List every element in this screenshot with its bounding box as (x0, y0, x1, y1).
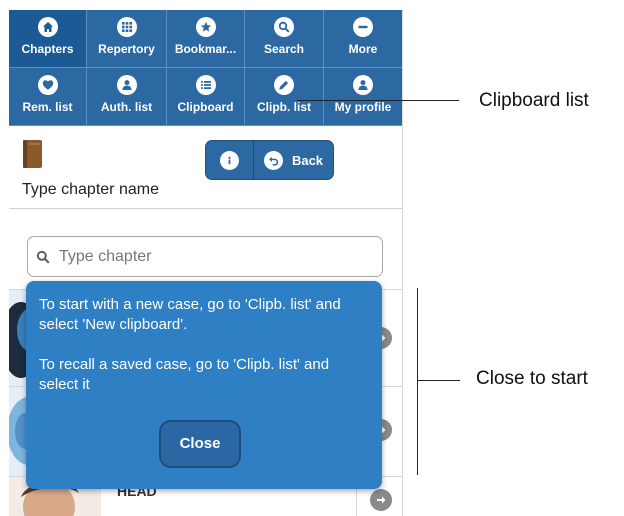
list-icon (195, 75, 216, 95)
callout-label-clipboard-list: Clipboard list (479, 90, 589, 111)
chevron-right-icon[interactable] (370, 489, 392, 511)
nav-item-label: Bookmar... (174, 42, 237, 56)
nav-item-more[interactable]: More (324, 10, 402, 68)
callout-line-clipboard-list (297, 100, 459, 101)
header-button-group: Back (205, 140, 334, 180)
nav-item-repertory[interactable]: Repertory (87, 10, 167, 68)
pencil-icon (274, 75, 294, 95)
nav-item-label: Search (263, 42, 305, 56)
nav-item-label: Repertory (98, 42, 155, 56)
start-case-popup: To start with a new case, go to 'Clipb. … (26, 281, 382, 489)
nav-item-auth-list[interactable]: Auth. list (87, 68, 167, 126)
nav-item-label: Clipboard (177, 100, 234, 114)
nav-grid: Chapters Repertory Bookmar... Search Mor… (9, 10, 402, 126)
back-arrow-icon (263, 150, 283, 170)
callout-line-close (417, 380, 460, 381)
nav-item-search[interactable]: Search (245, 10, 324, 68)
nav-item-clipb-list[interactable]: Clipb. list (245, 68, 324, 126)
nav-item-chapters[interactable]: Chapters (9, 10, 87, 68)
info-icon (220, 150, 239, 170)
star-icon (195, 17, 216, 37)
nav-item-rem-list[interactable]: Rem. list (9, 68, 87, 126)
nav-item-label: Clipb. list (257, 100, 311, 114)
popup-text-new-case: To start with a new case, go to 'Clipb. … (39, 296, 341, 333)
nav-item-clipboard[interactable]: Clipboard (167, 68, 245, 126)
nav-item-my-profile[interactable]: My profile (324, 68, 402, 126)
home-icon (37, 17, 58, 37)
person-icon (353, 75, 373, 95)
close-button[interactable]: Close (159, 420, 241, 468)
nav-item-label: My profile (334, 100, 392, 114)
book-icon (23, 140, 42, 168)
nav-item-label: Rem. list (22, 100, 73, 114)
chapter-title: Type chapter name (22, 181, 159, 198)
nav-item-bookmarks[interactable]: Bookmar... (167, 10, 245, 68)
app-panel: Chapters Repertory Bookmar... Search Mor… (9, 10, 402, 516)
heart-icon (37, 75, 58, 95)
nav-item-label: Auth. list (100, 100, 153, 114)
minus-icon (353, 17, 373, 37)
nav-item-label: More (348, 42, 378, 56)
search-icon (36, 250, 50, 264)
info-button[interactable] (206, 141, 254, 179)
search-icon (274, 17, 294, 37)
callout-bracket-close (417, 288, 418, 475)
popup-text-recall-case: To recall a saved case, go to 'Clipb. li… (39, 356, 330, 393)
back-button[interactable]: Back (254, 141, 333, 179)
callout-label-close-to-start: Close to start (476, 368, 588, 389)
chapter-search-input[interactable] (59, 247, 359, 266)
nav-item-label: Chapters (21, 42, 74, 56)
divider (9, 208, 402, 209)
grid-icon (116, 17, 137, 37)
person-icon (116, 75, 137, 95)
chapter-search-field[interactable] (27, 236, 383, 277)
back-button-label: Back (291, 152, 324, 168)
